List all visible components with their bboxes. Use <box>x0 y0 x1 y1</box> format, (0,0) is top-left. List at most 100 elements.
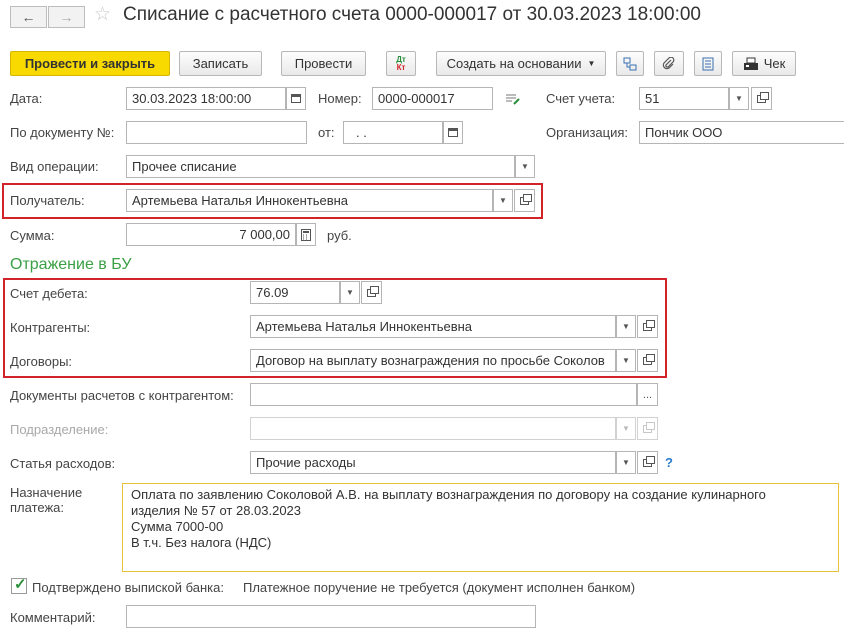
page-title: Списание с расчетного счета 0000-000017 … <box>123 4 701 25</box>
division-label: Подразделение: <box>10 422 109 437</box>
recipient-label: Получатель: <box>10 193 85 208</box>
receipt-label: Чек <box>763 56 786 71</box>
comment-field[interactable] <box>126 605 536 628</box>
purpose-label-line2: платежа: <box>10 500 64 515</box>
debit-account-field[interactable]: 76.09 <box>250 281 340 304</box>
account-open-button[interactable] <box>751 87 772 110</box>
help-icon[interactable]: ? <box>665 455 673 470</box>
arrow-left-icon: ← <box>21 9 36 25</box>
organization-label: Организация: <box>546 125 629 140</box>
favorite-star-icon[interactable]: ☆ <box>94 3 111 26</box>
open-form-icon <box>643 319 655 331</box>
chevron-down-icon: ▼ <box>622 458 630 467</box>
open-form-icon <box>643 353 655 365</box>
counterparty-field[interactable]: Артемьева Наталья Иннокентьевна <box>250 315 616 338</box>
comment-label: Комментарий: <box>10 610 96 625</box>
calculator-icon <box>301 228 311 241</box>
open-form-icon <box>643 455 655 467</box>
operation-type-dropdown-button[interactable]: ▼ <box>515 155 535 178</box>
counterparty-open-button[interactable] <box>637 315 658 338</box>
create-based-on-label: Создать на основании <box>446 56 582 71</box>
dropdown-arrow-icon: ▼ <box>587 59 596 68</box>
report-button[interactable] <box>694 51 722 76</box>
recipient-open-button[interactable] <box>514 189 535 212</box>
settlement-docs-select-button[interactable]: ... <box>637 383 658 406</box>
sum-calculator-button[interactable] <box>296 223 316 246</box>
date-label: Дата: <box>10 91 43 106</box>
sum-field[interactable]: 7 000,00 <box>126 223 296 246</box>
division-field <box>250 417 616 440</box>
number-edit-icon[interactable] <box>505 92 521 106</box>
cash-register-icon <box>743 57 758 70</box>
date-calendar-button[interactable] <box>286 87 306 110</box>
contracts-field[interactable]: Договор на выплату вознаграждения по про… <box>250 349 616 372</box>
number-label: Номер: <box>318 91 362 106</box>
organization-field[interactable]: Пончик ООО <box>639 121 844 144</box>
date-field[interactable]: 30.03.2023 18:00:00 <box>126 87 286 110</box>
contracts-dropdown-button[interactable]: ▼ <box>616 349 636 372</box>
create-based-on-button[interactable]: Создать на основании ▼ <box>436 51 606 76</box>
receipt-button[interactable]: Чек <box>732 51 796 76</box>
attach-button[interactable] <box>654 51 684 76</box>
post-button[interactable]: Провести <box>281 51 366 76</box>
structure-button[interactable] <box>616 51 644 76</box>
expense-item-dropdown-button[interactable]: ▼ <box>616 451 636 474</box>
arrow-right-icon: → <box>59 9 74 25</box>
section-title: Отражение в БУ <box>10 256 132 273</box>
purpose-line: В т.ч. Без налога (НДС) <box>131 535 272 550</box>
from-date-field[interactable]: . . <box>343 121 443 144</box>
structure-icon <box>623 57 637 70</box>
counterparty-label: Контрагенты: <box>10 320 91 335</box>
division-dropdown-button: ▼ <box>616 417 636 440</box>
purpose-line: Оплата по заявлению Соколовой А.В. на вы… <box>131 487 766 502</box>
chevron-down-icon: ▼ <box>735 94 743 103</box>
expense-item-open-button[interactable] <box>637 451 658 474</box>
sum-label: Сумма: <box>10 228 55 243</box>
account-label: Счет учета: <box>546 91 616 106</box>
doc-number-field[interactable] <box>126 121 307 144</box>
number-field[interactable]: 0000-000017 <box>372 87 493 110</box>
open-form-icon <box>520 193 532 205</box>
expense-item-field[interactable]: Прочие расходы <box>250 451 616 474</box>
open-form-icon <box>757 91 769 103</box>
open-form-icon <box>367 285 379 297</box>
debit-account-open-button[interactable] <box>361 281 382 304</box>
chevron-down-icon: ▼ <box>499 196 507 205</box>
open-form-icon <box>643 421 655 433</box>
chevron-down-icon: ▼ <box>346 288 354 297</box>
chevron-down-icon: ▼ <box>521 162 529 171</box>
account-dropdown-button[interactable]: ▼ <box>729 87 749 110</box>
checkmark-icon: ✓ <box>14 576 27 593</box>
settlement-docs-label: Документы расчетов с контрагентом: <box>10 388 234 403</box>
counterparty-dropdown-button[interactable]: ▼ <box>616 315 636 338</box>
operation-type-field[interactable]: Прочее списание <box>126 155 515 178</box>
chevron-down-icon: ▼ <box>622 356 630 365</box>
chevron-down-icon: ▼ <box>622 322 630 331</box>
dt-kt-button[interactable]: Дт Кт <box>386 51 416 76</box>
forward-button[interactable]: → <box>48 6 85 28</box>
debit-account-label: Счет дебета: <box>10 286 88 301</box>
dt-kt-icon-bottom: Кт <box>396 62 406 72</box>
contracts-open-button[interactable] <box>637 349 658 372</box>
save-button[interactable]: Записать <box>179 51 262 76</box>
debit-account-dropdown-button[interactable]: ▼ <box>340 281 360 304</box>
bank-confirmed-label: Подтверждено выпиской банка: <box>32 580 224 595</box>
recipient-dropdown-button[interactable]: ▼ <box>493 189 513 212</box>
post-and-close-button[interactable]: Провести и закрыть <box>10 51 170 76</box>
purpose-line: Сумма 7000-00 <box>131 519 224 534</box>
back-button[interactable]: ← <box>10 6 47 28</box>
account-field[interactable]: 51 <box>639 87 729 110</box>
payment-purpose-textarea[interactable]: Оплата по заявлению Соколовой А.В. на вы… <box>122 483 839 572</box>
settlement-docs-field[interactable] <box>250 383 637 406</box>
calendar-icon <box>291 94 301 103</box>
purpose-line: изделия № 57 от 28.03.2023 <box>131 503 302 518</box>
paperclip-icon <box>662 56 675 69</box>
expense-item-label: Статья расходов: <box>10 456 116 471</box>
from-date-calendar-button[interactable] <box>443 121 463 144</box>
recipient-field[interactable]: Артемьева Наталья Иннокентьевна <box>126 189 493 212</box>
bank-confirmed-checkbox[interactable]: ✓ <box>11 576 27 594</box>
contracts-label: Договоры: <box>10 354 73 369</box>
document-list-icon <box>702 57 714 70</box>
division-open-button <box>637 417 658 440</box>
calendar-icon <box>448 128 458 137</box>
